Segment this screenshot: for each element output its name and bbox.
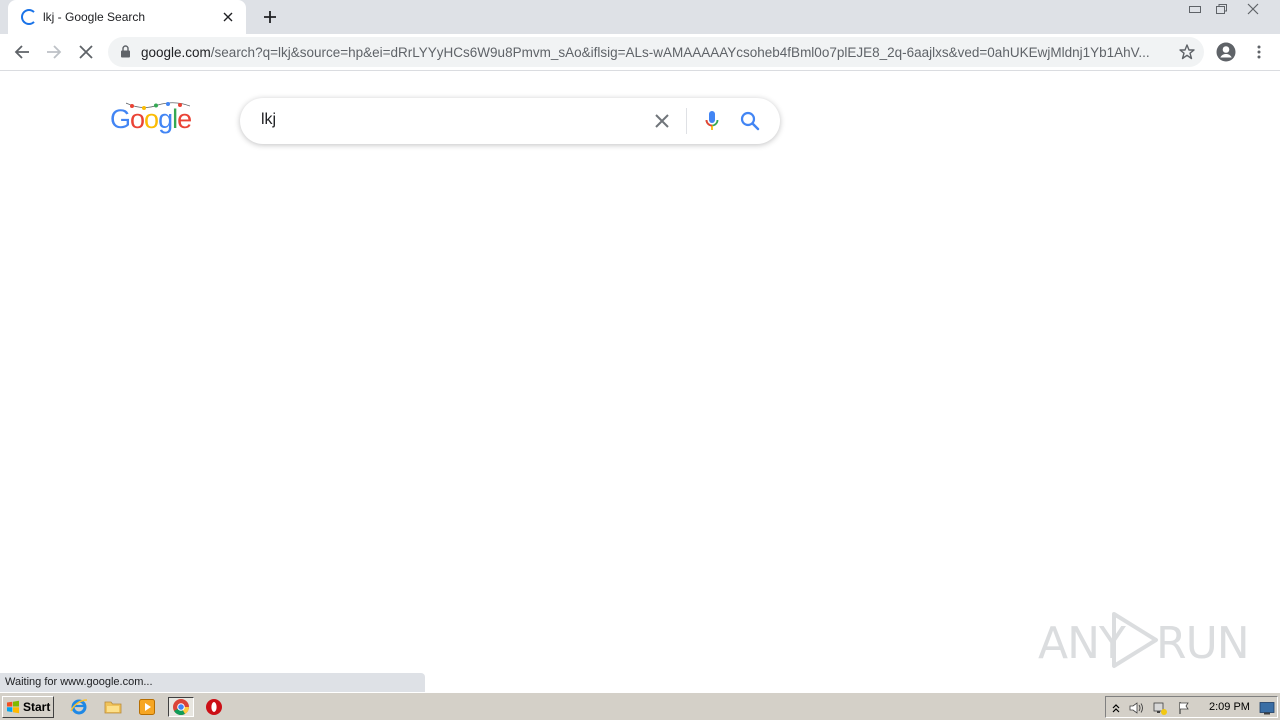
browser-tab[interactable]: lkj - Google Search <box>8 0 246 34</box>
address-bar[interactable]: google.com/search?q=lkj&source=hp&ei=dRr… <box>108 37 1204 67</box>
media-player-icon[interactable] <box>136 697 158 717</box>
anyrun-watermark: ANY RUN <box>1038 610 1250 670</box>
menu-kebab-icon[interactable] <box>1245 38 1273 66</box>
tab-title: lkj - Google Search <box>43 10 146 24</box>
network-icon[interactable] <box>1152 700 1168 716</box>
search-box[interactable]: lkj <box>240 98 780 144</box>
windows-flag-icon <box>7 700 19 714</box>
forward-arrow-icon[interactable] <box>40 38 68 66</box>
lock-icon[interactable] <box>120 45 131 63</box>
opera-icon[interactable] <box>203 697 225 717</box>
new-tab-button[interactable] <box>258 6 282 28</box>
tab-strip: lkj - Google Search <box>0 0 1280 34</box>
show-desktop-icon[interactable] <box>1259 700 1275 716</box>
search-divider <box>686 108 687 134</box>
restore-window-icon[interactable] <box>1208 0 1234 18</box>
url-path: /search?q=lkj&source=hp&ei=dRrLYYyHCs6W9… <box>210 45 1150 60</box>
back-arrow-icon[interactable] <box>8 38 36 66</box>
start-button[interactable]: Start <box>2 696 54 718</box>
close-tab-icon[interactable] <box>218 7 238 27</box>
festive-lights-icon <box>126 102 190 110</box>
loading-spinner-icon <box>21 9 37 25</box>
search-input[interactable]: lkj <box>261 111 276 129</box>
google-logo[interactable]: Google <box>110 102 192 135</box>
start-label: Start <box>23 700 51 714</box>
system-tray: 2:09 PM <box>1105 696 1278 718</box>
internet-explorer-icon[interactable] <box>68 697 90 717</box>
clock[interactable]: 2:09 PM <box>1209 701 1250 713</box>
microphone-icon[interactable] <box>700 109 724 133</box>
show-hidden-icons-icon[interactable] <box>1108 700 1124 716</box>
profile-avatar-icon[interactable] <box>1212 38 1240 66</box>
stop-loading-icon[interactable] <box>72 38 100 66</box>
status-bubble: Waiting for www.google.com... <box>0 673 425 692</box>
minimize-window-icon[interactable] <box>1182 0 1208 18</box>
browser-toolbar: google.com/search?q=lkj&source=hp&ei=dRr… <box>0 34 1280 71</box>
windows-taskbar: Start 2:09 PM <box>0 692 1280 720</box>
url-host: google.com <box>141 45 211 60</box>
watermark-right-text: RUN <box>1156 618 1250 669</box>
volume-icon[interactable] <box>1128 700 1144 716</box>
chrome-taskbar-icon[interactable] <box>168 697 194 717</box>
url-text[interactable]: google.com/search?q=lkj&source=hp&ei=dRr… <box>141 45 1161 60</box>
action-center-flag-icon[interactable] <box>1176 700 1192 716</box>
file-explorer-icon[interactable] <box>102 697 124 717</box>
search-icon[interactable] <box>738 109 762 133</box>
clear-search-icon[interactable] <box>650 109 674 133</box>
close-window-icon[interactable] <box>1240 0 1266 18</box>
bookmark-star-icon[interactable] <box>1178 43 1196 66</box>
play-triangle-icon <box>1112 612 1158 668</box>
